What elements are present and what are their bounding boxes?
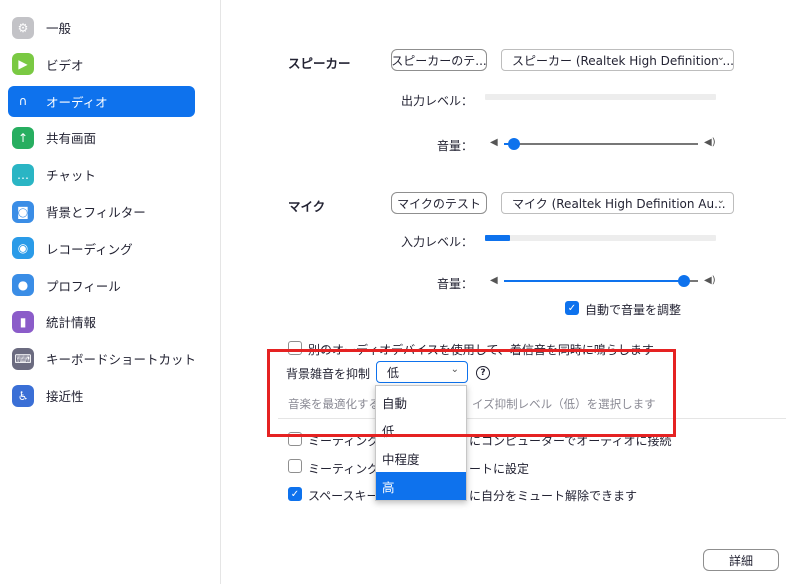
- test-speaker-button[interactable]: スピーカーのテ...: [391, 49, 487, 71]
- sidebar-item-headphones[interactable]: ∩ オーディオ: [8, 85, 195, 117]
- mic-device-value: マイク (Realtek High Definition Au...: [512, 196, 726, 211]
- sidebar-item-statistics[interactable]: ▮ 統計情報: [8, 306, 195, 337]
- chevron-down-icon: ⌄: [716, 195, 725, 206]
- speaker-volume-knob[interactable]: [507, 138, 520, 150]
- speaker-volume-slider[interactable]: [504, 138, 698, 150]
- sidebar-item-label: キーボードショートカット: [46, 352, 197, 368]
- input-level-meter: [485, 235, 716, 241]
- sidebar-item-record[interactable]: ◉ レコーディング: [8, 233, 195, 264]
- mic-volume-fill: [504, 280, 685, 282]
- sidebar-item-label: 接近性: [46, 389, 84, 404]
- audio-settings-panel: スピーカー スピーカーのテ... スピーカー (Realtek High Def…: [222, 0, 800, 584]
- sidebar-item-share-screen[interactable]: ↑ 共有画面: [8, 122, 195, 153]
- speaker-section-label: スピーカー: [288, 56, 351, 71]
- highlight-box: [267, 349, 676, 437]
- sidebar-item-label: レコーディング: [46, 241, 133, 257]
- mute-mic-checkbox[interactable]: [288, 459, 302, 473]
- sidebar-item-label: プロフィール: [46, 278, 121, 294]
- mic-volume-label: 音量：: [436, 277, 473, 291]
- sidebar-item-background[interactable]: ◙ 背景とフィルター: [8, 196, 195, 227]
- auto-adjust-label: 自動で音量を調整: [585, 303, 682, 317]
- keyboard-icon: ⌨: [12, 347, 34, 370]
- sidebar-item-label: チャット: [46, 168, 96, 184]
- mic-device-select[interactable]: マイク (Realtek High Definition Au... ⌄: [501, 192, 734, 214]
- chevron-down-icon: ⌄: [716, 52, 725, 63]
- sidebar-item-keyboard[interactable]: ⌨ キーボードショートカット: [8, 343, 197, 374]
- sidebar-item-label: 一般: [46, 21, 72, 36]
- speaker-volume-label: 音量：: [436, 139, 473, 153]
- space-unmute-label-right: に自分をミュート解除できます: [469, 489, 638, 503]
- sidebar-item-label: 背景とフィルター: [46, 205, 146, 220]
- test-mic-button[interactable]: マイクのテスト: [391, 192, 487, 214]
- sidebar-item-profile[interactable]: ● プロフィール: [8, 270, 195, 301]
- background-icon: ◙: [12, 200, 34, 223]
- output-level-label: 出力レベル：: [400, 94, 473, 108]
- sidebar-item-chat-bubble[interactable]: … チャット: [8, 159, 195, 190]
- output-level-meter: [485, 94, 716, 100]
- headphones-icon: ∩: [18, 94, 28, 109]
- speaker-device-select[interactable]: スピーカー (Realtek High Definition ... ⌄: [501, 49, 734, 71]
- space-unmute-checkbox[interactable]: ✓: [288, 487, 302, 501]
- volume-low-icon: ◀: [490, 275, 498, 286]
- sidebar-item-label: 共有画面: [46, 131, 97, 147]
- mic-section-label: マイク: [288, 199, 326, 214]
- sidebar-item-label: オーディオ: [46, 94, 108, 110]
- input-level-fill: [485, 235, 511, 241]
- sidebar-item-accessibility[interactable]: ♿ 接近性: [8, 380, 195, 411]
- share-screen-icon: ↑: [12, 126, 34, 149]
- volume-high-icon: ◀): [704, 137, 716, 148]
- gear-icon: ⚙: [12, 16, 34, 39]
- record-icon: ◉: [12, 237, 34, 260]
- volume-low-icon: ◀: [490, 137, 498, 148]
- profile-icon: ●: [12, 274, 34, 297]
- input-level-label: 入力レベル：: [400, 235, 473, 249]
- sidebar-item-label: 統計情報: [46, 315, 97, 331]
- dropdown-option[interactable]: 中程度: [376, 444, 466, 472]
- sidebar: ⚙ 一般 ▶ ビデオ ∩ オーディオ ↑ 共有画面 … チャット ◙ 背景とフィルター ◉ レコーディング…: [0, 0, 221, 584]
- accessibility-icon: ♿: [12, 384, 34, 407]
- mute-mic-label-right: ートに設定: [469, 462, 530, 476]
- auto-adjust-checkbox[interactable]: ✓: [565, 301, 579, 315]
- chat-bubble-icon: …: [12, 163, 34, 186]
- advanced-button[interactable]: 詳細: [703, 549, 779, 571]
- mic-volume-knob[interactable]: [678, 275, 691, 287]
- mic-volume-slider[interactable]: [504, 275, 698, 287]
- statistics-icon: ▮: [12, 310, 34, 333]
- sidebar-item-video-camera[interactable]: ▶ ビデオ: [8, 49, 195, 80]
- sidebar-item-gear[interactable]: ⚙ 一般: [8, 12, 195, 43]
- volume-high-icon: ◀): [704, 275, 716, 286]
- speaker-device-value: スピーカー (Realtek High Definition ...: [512, 53, 734, 68]
- sidebar-item-label: ビデオ: [46, 57, 84, 73]
- video-camera-icon: ▶: [12, 53, 34, 76]
- dropdown-option[interactable]: 高: [376, 472, 466, 500]
